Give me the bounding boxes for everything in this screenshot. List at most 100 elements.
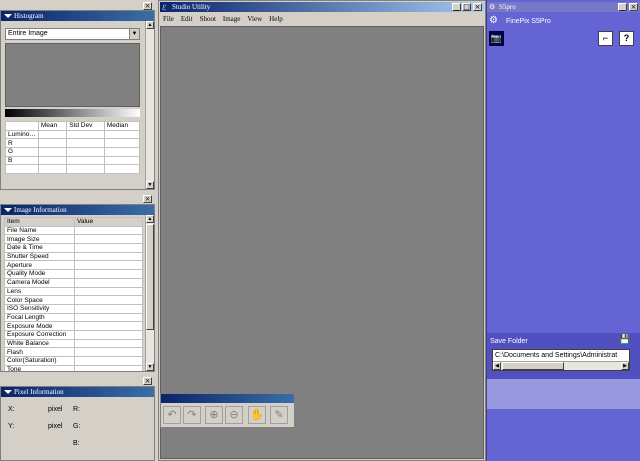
status-area bbox=[487, 379, 640, 409]
table-row[interactable]: Color(Saturation) bbox=[4, 356, 143, 366]
histogram-title: Histogram bbox=[1, 11, 154, 21]
hand-icon[interactable]: ✋ bbox=[248, 406, 266, 424]
menu-help[interactable]: Help bbox=[269, 15, 283, 23]
image-info-item: Camera Model bbox=[4, 277, 75, 288]
help-icon[interactable]: ? bbox=[619, 31, 634, 46]
image-info-value bbox=[74, 303, 143, 314]
maximize-button[interactable]: □ bbox=[462, 3, 471, 11]
histogram-scrollbar[interactable]: ▲ ▼ bbox=[145, 21, 154, 189]
camera-titlebar: ⚙ S5pro _ × bbox=[487, 2, 640, 12]
image-info-value bbox=[74, 295, 143, 305]
image-info-col-item: Item bbox=[4, 217, 75, 227]
histogram-row-label: R bbox=[5, 138, 39, 149]
table-row[interactable]: Focal Length bbox=[4, 312, 143, 323]
table-row[interactable]: Exposure Correction bbox=[4, 329, 143, 340]
save-folder-path-field[interactable]: C:\Documents and Settings\Administrat ◀ … bbox=[492, 349, 630, 371]
table-row[interactable]: Tone bbox=[4, 364, 143, 371]
image-info-title: Image Information bbox=[1, 205, 154, 215]
pixel-x-label: X: bbox=[8, 406, 15, 413]
pixel-y-label: Y: bbox=[8, 423, 15, 430]
image-info-value bbox=[74, 243, 143, 253]
table-row[interactable]: Image Size bbox=[4, 234, 143, 245]
close-icon[interactable]: × bbox=[143, 377, 152, 385]
menu-image[interactable]: Image bbox=[223, 15, 241, 23]
image-info-item: Color Space bbox=[4, 295, 75, 305]
table-row[interactable]: Shutter Speed bbox=[4, 251, 143, 262]
minimize-button[interactable]: _ bbox=[618, 3, 627, 11]
table-row[interactable]: Flash bbox=[4, 347, 143, 357]
save-folder-label: Save Folder bbox=[490, 338, 528, 345]
zoom-in-icon[interactable]: ⊕ bbox=[205, 406, 223, 424]
chevron-down-icon[interactable]: ▼ bbox=[129, 29, 139, 39]
scroll-up-arrow[interactable]: ▲ bbox=[146, 215, 154, 223]
settings-tool-icon[interactable]: ⌐ bbox=[598, 31, 613, 46]
image-info-value bbox=[74, 329, 143, 340]
rotate-left-icon[interactable]: ↶ bbox=[163, 406, 181, 424]
image-info-scrollbar[interactable]: ▲ ▼ bbox=[145, 215, 154, 371]
menu-shoot[interactable]: Shoot bbox=[200, 15, 216, 23]
scroll-down-arrow[interactable]: ▼ bbox=[146, 181, 154, 189]
image-info-table: Item Value File Name Image Size Date & Tim… bbox=[4, 217, 143, 371]
table-row[interactable]: ISO Sensitivity bbox=[4, 303, 143, 314]
table-row[interactable]: File Name bbox=[4, 225, 143, 236]
zoom-out-icon[interactable]: ⊖ bbox=[225, 406, 243, 424]
scroll-right-arrow[interactable]: ▶ bbox=[621, 362, 629, 370]
close-icon[interactable]: × bbox=[143, 2, 152, 10]
image-info-item: Tone bbox=[4, 364, 75, 371]
close-icon[interactable]: × bbox=[143, 195, 152, 203]
histogram-col-0 bbox=[5, 121, 39, 131]
table-row[interactable]: Lens bbox=[4, 286, 143, 297]
scroll-thumb[interactable] bbox=[146, 224, 154, 330]
save-folder-path-text: C:\Documents and Settings\Administrat bbox=[495, 352, 618, 359]
image-info-item: Lens bbox=[4, 286, 75, 297]
table-row[interactable]: Camera Model bbox=[4, 277, 143, 288]
scroll-left-arrow[interactable]: ◀ bbox=[493, 362, 501, 370]
white-balance-icon[interactable]: ✎ bbox=[270, 406, 288, 424]
camera-name: FinePix S5Pro bbox=[506, 18, 551, 25]
toolbar-titlebar bbox=[161, 394, 294, 403]
table-row[interactable]: Exposure Mode bbox=[4, 321, 143, 331]
image-info-value bbox=[74, 312, 143, 323]
close-button[interactable]: × bbox=[629, 3, 638, 11]
image-info-item: Image Size bbox=[4, 234, 75, 245]
image-info-value bbox=[74, 260, 143, 271]
image-info-value bbox=[74, 277, 143, 288]
menu-file[interactable]: File bbox=[163, 15, 174, 23]
image-info-item: File Name bbox=[4, 225, 75, 236]
image-info-value bbox=[74, 338, 143, 349]
camera-shoot-icon[interactable]: 📷 bbox=[489, 31, 504, 46]
scroll-down-arrow[interactable]: ▼ bbox=[146, 363, 154, 371]
image-info-item: ISO Sensitivity bbox=[4, 303, 75, 314]
scroll-thumb[interactable] bbox=[502, 362, 564, 370]
table-row[interactable]: White Balance bbox=[4, 338, 143, 349]
image-info-value bbox=[74, 347, 143, 357]
save-folder-hscroll[interactable]: ◀ ▶ bbox=[493, 361, 629, 370]
table-row[interactable]: Aperture bbox=[4, 260, 143, 271]
image-info-value bbox=[74, 356, 143, 366]
histogram-col-median: Median bbox=[103, 121, 141, 131]
table-row[interactable]: Date & Time bbox=[4, 243, 143, 253]
histogram-gradient-bar bbox=[5, 109, 140, 117]
minimize-button[interactable]: _ bbox=[452, 3, 461, 11]
menu-view[interactable]: View bbox=[247, 15, 262, 23]
table-row[interactable]: Quality Mode bbox=[4, 269, 143, 279]
camera-panel-icon: ⚙ bbox=[489, 3, 496, 11]
histogram-col-stddev: Std Dev bbox=[66, 121, 105, 131]
image-info-value bbox=[74, 269, 143, 279]
save-folder-icon[interactable]: 💾 bbox=[619, 334, 630, 344]
histogram-graph bbox=[5, 43, 140, 107]
histogram-dropdown[interactable]: Entire Image ▼ bbox=[5, 28, 140, 40]
menu-edit[interactable]: Edit bbox=[181, 15, 193, 23]
image-info-col-value: Value bbox=[74, 217, 143, 227]
close-button[interactable]: × bbox=[473, 3, 482, 11]
image-info-item: Exposure Correction bbox=[4, 329, 75, 340]
pixel-y-unit: pixel bbox=[48, 423, 63, 430]
rotate-right-icon[interactable]: ↷ bbox=[183, 406, 201, 424]
studio-title: Studio Utility bbox=[172, 3, 211, 11]
scroll-up-arrow[interactable]: ▲ bbox=[146, 21, 154, 29]
image-info-value bbox=[74, 364, 143, 371]
table-row[interactable]: Color Space bbox=[4, 295, 143, 305]
histogram-row-label: B bbox=[5, 155, 39, 166]
image-info-value bbox=[74, 251, 143, 262]
histogram-row-label: Lumino… bbox=[5, 129, 39, 140]
